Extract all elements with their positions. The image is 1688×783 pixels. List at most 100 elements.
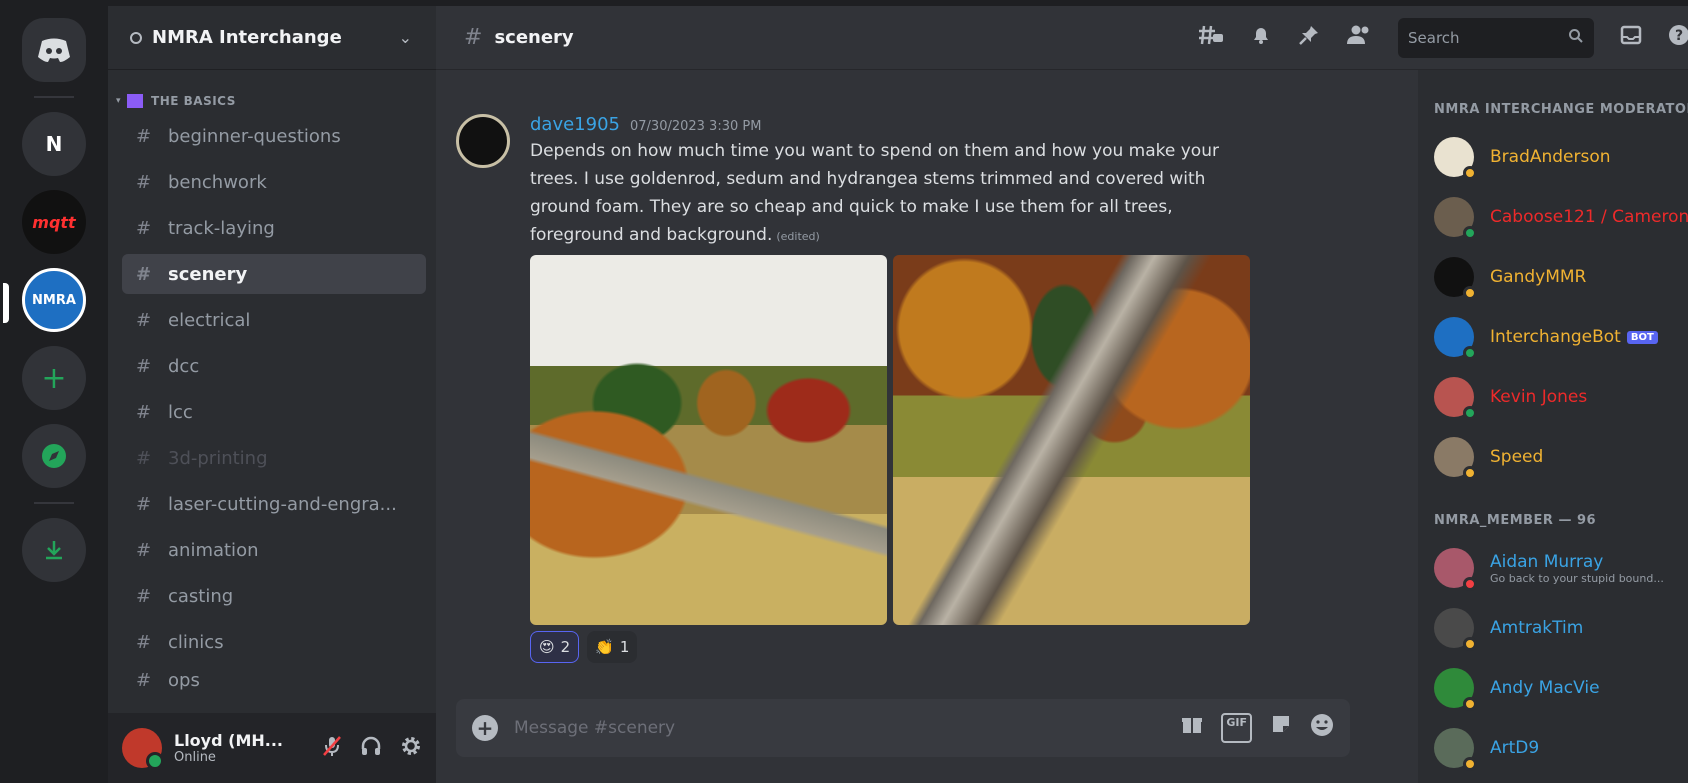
bot-badge: BOT — [1626, 330, 1658, 344]
member-item[interactable]: AmtrakTim — [1428, 598, 1688, 658]
reactions: 😍 2 👏 1 — [530, 631, 1250, 663]
member-item[interactable]: Andy MacVie — [1428, 658, 1688, 718]
channel-3d-printing[interactable]: #3d-printing — [122, 438, 426, 478]
chevron-down-icon[interactable]: ⌄ — [399, 28, 412, 47]
member-item[interactable]: Speed — [1428, 427, 1688, 487]
user-avatar[interactable] — [122, 728, 164, 770]
upload-plus-icon[interactable]: + — [472, 715, 498, 741]
member-item[interactable]: Caboose121 / Cameron — [1428, 187, 1688, 247]
server-nmra[interactable]: NMRA — [3, 268, 86, 332]
channel-benchwork[interactable]: # benchwork — [122, 162, 426, 202]
member-avatar — [1434, 197, 1477, 240]
image-attachments — [530, 255, 1250, 625]
member-avatar — [1434, 437, 1477, 480]
member-avatar — [1434, 668, 1477, 711]
scrollbar[interactable] — [1400, 80, 1408, 720]
member-name: BradAnderson — [1490, 147, 1611, 167]
reaction-clap[interactable]: 👏 1 — [587, 631, 638, 663]
member-item[interactable]: Kevin Jones — [1428, 367, 1688, 427]
member-name: Aidan Murray — [1490, 551, 1604, 572]
author-avatar[interactable] — [456, 114, 510, 168]
forum-icon: # — [136, 539, 152, 561]
message-input[interactable]: Message #scenery — [514, 718, 1181, 738]
search-input[interactable]: Search — [1398, 17, 1594, 58]
member-name: Andy MacVie — [1490, 678, 1600, 698]
message-text: Depends on how much time you want to spe… — [530, 141, 1219, 245]
add-server-button[interactable]: + — [22, 346, 86, 410]
member-avatar — [1434, 548, 1477, 591]
search-icon — [1568, 28, 1584, 48]
message-author[interactable]: dave1905 — [530, 114, 620, 135]
gif-button[interactable]: GIF — [1221, 713, 1252, 743]
edited-tag: (edited) — [776, 230, 820, 243]
discord-home-icon[interactable] — [22, 18, 86, 82]
reaction-heart-eyes[interactable]: 😍 2 — [530, 631, 580, 663]
channel-ops[interactable]: # ops — [122, 668, 426, 692]
channel-dcc[interactable]: # dcc — [122, 346, 426, 386]
channel-clinics[interactable]: # clinics — [122, 622, 426, 662]
server-n[interactable]: N — [22, 112, 86, 176]
message-composer[interactable]: + Message #scenery GIF — [456, 699, 1350, 757]
user-info[interactable]: Lloyd (MH... Online — [174, 731, 322, 765]
member-avatar — [1434, 137, 1477, 180]
member-item[interactable]: BradAnderson — [1428, 127, 1688, 187]
message[interactable]: dave1905 07/30/2023 3:30 PM Depends on h… — [456, 114, 1418, 663]
help-icon[interactable]: ? — [1668, 24, 1688, 52]
member-item[interactable]: InterchangeBot BOT — [1428, 307, 1688, 367]
forum-icon: # — [136, 125, 152, 147]
forum-icon: # — [136, 401, 152, 423]
channel-electrical[interactable]: # electrical — [122, 300, 426, 340]
svg-text:?: ? — [1675, 28, 1683, 44]
rail-separator — [34, 502, 74, 504]
forum-icon: # — [136, 447, 152, 469]
gift-icon[interactable] — [1181, 713, 1203, 743]
guild-header[interactable]: NMRA Interchange ⌄ — [108, 6, 436, 70]
chat-area: # scenery Search ? dave1905 07/30/2023 3… — [436, 6, 1688, 783]
inbox-icon[interactable] — [1620, 24, 1642, 52]
channel-beginner-questions[interactable]: # beginner-questions — [122, 116, 426, 156]
member-name: Speed — [1490, 447, 1544, 467]
sticker-icon[interactable] — [1270, 713, 1292, 743]
channel-laser-cutting[interactable]: # laser-cutting-and-engra... — [122, 484, 426, 524]
scenery-photo-1[interactable] — [530, 255, 887, 625]
channel-header: # scenery Search ? — [436, 6, 1688, 70]
explore-compass-icon[interactable] — [22, 424, 86, 488]
download-icon[interactable] — [22, 518, 86, 582]
guild-status-icon — [130, 31, 142, 44]
forum-icon: # — [136, 263, 152, 285]
forum-channel-icon: # — [464, 25, 483, 50]
channel-scenery[interactable]: # scenery — [122, 254, 426, 294]
channel-lcc[interactable]: # lcc — [122, 392, 426, 432]
user-panel: Lloyd (MH... Online — [108, 713, 436, 783]
channel-track-laying[interactable]: # track-laying — [122, 208, 426, 248]
message-list: dave1905 07/30/2023 3:30 PM Depends on h… — [436, 70, 1418, 783]
member-avatar — [1434, 608, 1477, 651]
pin-icon[interactable] — [1298, 24, 1320, 52]
channel-casting[interactable]: # casting — [122, 576, 426, 616]
member-item[interactable]: ArtD9 — [1428, 718, 1688, 778]
message-timestamp: 07/30/2023 3:30 PM — [630, 119, 762, 134]
emoji-icon[interactable] — [1310, 713, 1334, 743]
channel-sidebar: NMRA Interchange ⌄ ▾ THE BASICS # beginne… — [108, 6, 436, 783]
threads-icon[interactable] — [1198, 24, 1224, 52]
discord-app: N mqtt NMRA + NMRA Interchange ⌄ ▾ THE B… — [0, 6, 1688, 783]
forum-icon: # — [136, 669, 152, 691]
category-the-basics[interactable]: ▾ THE BASICS — [108, 86, 436, 116]
caret-icon: ▾ — [116, 96, 122, 106]
member-item[interactable]: GandyMMR — [1428, 247, 1688, 307]
forum-icon: # — [136, 171, 152, 193]
gear-icon[interactable] — [400, 735, 422, 762]
member-item[interactable]: Aidan Murray Go back to your stupid bound… — [1428, 538, 1688, 598]
server-mqtt[interactable]: mqtt — [22, 190, 86, 254]
channel-animation[interactable]: # animation — [122, 530, 426, 570]
scenery-photo-2[interactable] — [893, 255, 1250, 625]
member-list-icon[interactable] — [1346, 24, 1372, 52]
member-name: Kevin Jones — [1490, 387, 1588, 407]
member-name: Caboose121 / Cameron — [1490, 207, 1688, 227]
headphones-icon[interactable] — [360, 735, 382, 762]
mic-muted-icon[interactable] — [322, 735, 342, 762]
member-list: NMRA INTERCHANGE MODERATOR... BradAnders… — [1418, 70, 1688, 783]
forum-icon: # — [136, 631, 152, 653]
bell-icon[interactable] — [1250, 24, 1272, 52]
category-color-icon — [127, 94, 144, 108]
